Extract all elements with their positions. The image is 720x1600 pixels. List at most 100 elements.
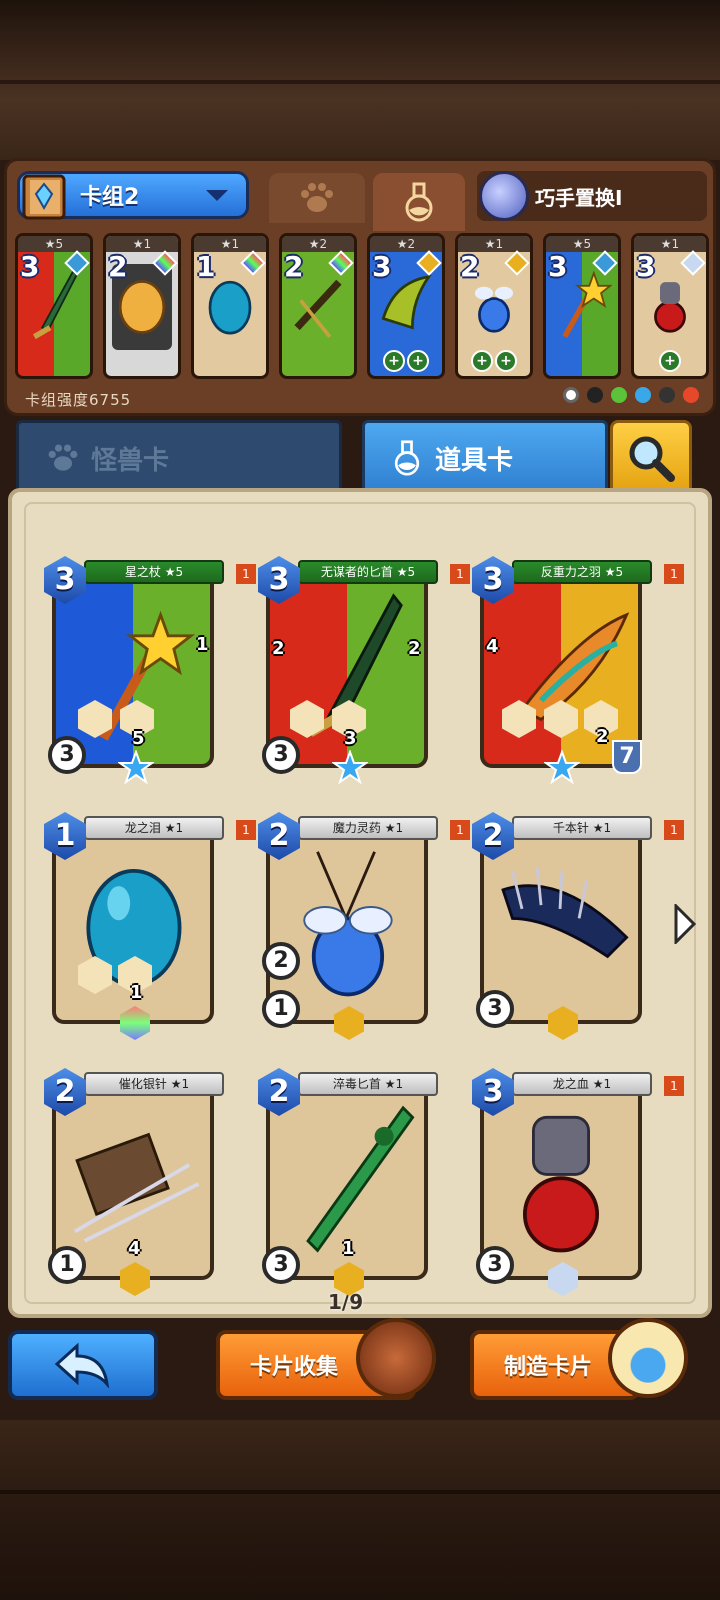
card-level: 7 (612, 740, 642, 774)
damage-stat: 3 (476, 990, 514, 1028)
next-page-arrow-icon[interactable] (672, 904, 696, 944)
bottom-wood-background (0, 1420, 720, 1600)
ability-value: 3 (344, 728, 357, 749)
element-water-icon[interactable] (635, 387, 651, 403)
potion-icon (405, 182, 433, 222)
paw-flask-icon (608, 1318, 688, 1398)
back-arrow-icon (54, 1342, 110, 1388)
card-name: 淬毒匕首 ★1 (298, 1072, 438, 1096)
rarity-star-icon (332, 750, 368, 785)
item-card-dragon-tear[interactable]: 龙之泪 ★1 1 1 1 (44, 812, 256, 1040)
back-button[interactable] (8, 1330, 158, 1400)
potion-icon (394, 440, 420, 476)
card-name: 魔力灵药 ★1 (298, 816, 438, 840)
item-card-reckless-dagger[interactable]: 无谋者的匕首 ★5 1 3 2 2 3 3 (258, 556, 470, 785)
damage-stat: 1 (48, 1246, 86, 1284)
ability-value: 4 (128, 1238, 141, 1259)
item-card-dragon-blood[interactable]: 龙之血 ★1 1 3 3 (472, 1068, 684, 1296)
paw-icon (301, 183, 333, 212)
deck-slot-cost: 3 (548, 250, 568, 283)
skill-name: 巧手置换I (535, 185, 623, 210)
deck-slot-1[interactable]: ★5 3 (15, 233, 93, 379)
side-value: 2 (408, 638, 421, 659)
skill-selector[interactable]: 巧手置换I (477, 171, 707, 221)
craft-card-label: 制造卡片 (504, 1355, 593, 1380)
item-card-catalyst-needle[interactable]: 催化银针 ★1 2 4 1 (44, 1068, 224, 1296)
damage-stat: 3 (262, 1246, 300, 1284)
deck-slot-cost: 3 (372, 250, 392, 283)
element-neutral-icon[interactable] (563, 387, 579, 403)
deck-name: 卡组2 (80, 185, 140, 210)
heal-badge: + (495, 350, 517, 372)
card-count-flag: 1 (664, 564, 684, 584)
deck-selector-dropdown[interactable]: 卡组2 (17, 171, 249, 220)
card-stat: 3 (48, 736, 86, 774)
item-card-magic-elixir[interactable]: 魔力灵药 ★1 1 2 2 1 (258, 812, 470, 1040)
deck-power: 卡组强度6755 (25, 391, 132, 409)
deck-slot-cost: 1 (196, 250, 216, 283)
deck-slot-7[interactable]: ★5 3 (543, 233, 621, 379)
deck-slot-badges: + (634, 350, 706, 372)
side-value: 2 (272, 638, 285, 659)
ability-value: 5 (132, 728, 145, 749)
deck-slot-cost: 2 (108, 250, 128, 283)
card-name: 龙之泪 ★1 (84, 816, 224, 840)
paw-icon (48, 444, 78, 471)
gargoyle-potion-art (522, 1115, 600, 1253)
item-card-poison-dagger[interactable]: 淬毒匕首 ★1 2 1 3 (258, 1068, 438, 1296)
fairy-potion-art (303, 851, 393, 997)
tab-item-deck[interactable] (373, 173, 465, 231)
card-count-flag: 1 (236, 564, 256, 584)
rarity-star-icon (544, 750, 580, 785)
deck-slot-6[interactable]: ★1 2 + + (455, 233, 533, 379)
tab-monster-cards[interactable]: 怪兽卡 (16, 420, 342, 496)
heal-stat: 3 (476, 1246, 514, 1284)
deck-slot-3[interactable]: ★1 1 (191, 233, 269, 379)
element-filter-row (563, 387, 699, 403)
card-name: 反重力之羽 ★5 (512, 560, 652, 584)
item-card-star-wand[interactable]: 星之杖 ★5 1 3 5 1 3 (44, 556, 256, 785)
element-shadow-icon[interactable] (659, 387, 675, 403)
deck-slot-badges: + + (370, 350, 442, 372)
item-card-antigravity-feather[interactable]: 反重力之羽 ★5 1 3 4 2 7 (472, 556, 684, 785)
deck-slot-4[interactable]: ★2 2 (279, 233, 357, 379)
deck-slot-badges: + + (458, 350, 530, 372)
search-icon (629, 436, 675, 482)
deck-slot-cost: 2 (460, 250, 480, 283)
deck-card-row: ★5 3 ★1 2 ★1 1 ★2 2 ★2 3 + + ★1 2 + + ★5… (15, 233, 711, 381)
card-count-flag: 1 (664, 1076, 684, 1096)
deck-book-icon (22, 174, 66, 220)
heal-badge: + (471, 350, 493, 372)
tab-monster-deck[interactable] (269, 173, 365, 223)
heal-stat: 2 (262, 942, 300, 980)
card-book-icon (356, 1318, 436, 1398)
skill-hand-icon (479, 171, 529, 221)
element-dark-icon[interactable] (587, 387, 603, 403)
heal-stat: 1 (262, 990, 300, 1028)
rarity-star-icon (118, 750, 154, 785)
card-count-flag: 1 (450, 564, 470, 584)
chevron-down-icon (206, 190, 228, 201)
element-fire-icon[interactable] (683, 387, 699, 403)
heal-badge: + (659, 350, 681, 372)
card-name: 催化银针 ★1 (84, 1072, 224, 1096)
card-name: 龙之血 ★1 (512, 1072, 652, 1096)
card-count-flag: 1 (450, 820, 470, 840)
ability-value: 2 (596, 726, 609, 747)
element-nature-icon[interactable] (611, 387, 627, 403)
deck-panel: 卡组2 巧手置换I ★5 3 ★1 2 ★1 1 ★2 2 ★2 3 + + ★… (4, 158, 716, 416)
tab-item-label: 道具卡 (435, 445, 514, 476)
item-card-thousand-needles[interactable]: 千本针 ★1 1 2 3 (472, 812, 684, 1040)
card-name: 无谋者的匕首 ★5 (298, 560, 438, 584)
top-wood-background (0, 0, 720, 160)
heal-badge: + (407, 350, 429, 372)
deck-slot-8[interactable]: ★1 3 + (631, 233, 709, 379)
search-button[interactable] (610, 420, 692, 496)
ability-value: 1 (130, 982, 143, 1003)
deck-slot-cost: 2 (284, 250, 304, 283)
card-count-flag: 1 (236, 820, 256, 840)
deck-slot-cost: 3 (636, 250, 656, 283)
tab-item-cards[interactable]: 道具卡 (362, 420, 608, 496)
deck-slot-5[interactable]: ★2 3 + + (367, 233, 445, 379)
deck-slot-2[interactable]: ★1 2 (103, 233, 181, 379)
